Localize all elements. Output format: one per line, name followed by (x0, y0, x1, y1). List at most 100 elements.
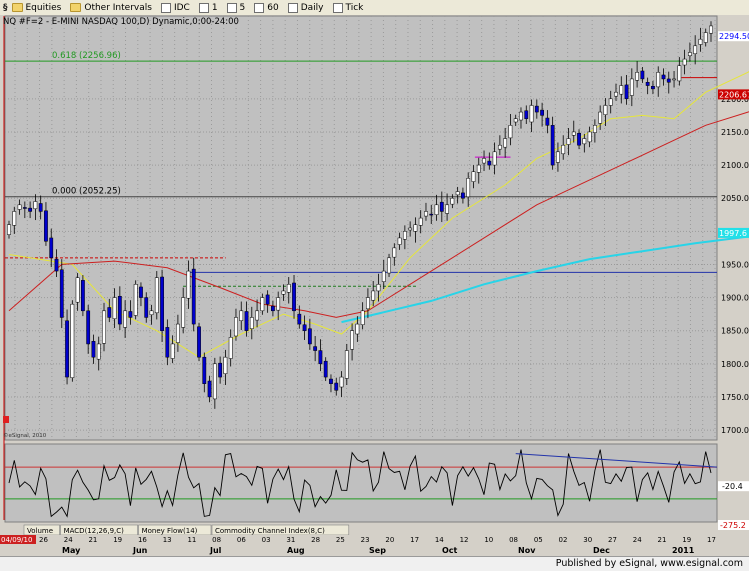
month-label: Nov (518, 546, 536, 555)
candle-body (39, 203, 42, 211)
candle-body (266, 295, 269, 304)
left-marker-box (3, 416, 9, 423)
price-tick-label: 1850.00 (721, 327, 749, 336)
watermark: ©eSignal, 2010 (3, 432, 47, 439)
price-tick-label: 1900.00 (721, 294, 749, 303)
candle-body (197, 327, 200, 357)
date-tick-label: 24 (64, 536, 73, 544)
candle-body (245, 311, 248, 330)
candle-body (604, 105, 607, 114)
candle-body (277, 298, 280, 311)
candle-body (419, 218, 422, 225)
main-pane (5, 16, 717, 440)
candle-body (672, 79, 675, 80)
candle-body (28, 208, 31, 211)
candle-body (482, 158, 485, 163)
date-tick-label: 28 (311, 536, 320, 544)
footer-text: Published by eSignal, www.esignal.com (556, 558, 743, 569)
candle-body (271, 306, 274, 311)
candle-body (694, 46, 697, 54)
price-tick-label: 2100.00 (721, 161, 749, 170)
candle-body (393, 248, 396, 257)
candle-body (699, 39, 702, 44)
date-tick-label: 24 (633, 536, 642, 544)
date-tick-label: 31 (286, 536, 295, 544)
candle-body (472, 172, 475, 182)
candle-body (155, 278, 158, 313)
candle-body (50, 238, 53, 258)
candle-body (308, 329, 311, 344)
price-tick-label: 1750.00 (721, 393, 749, 402)
candle-body (387, 258, 390, 273)
month-label: May (62, 546, 81, 555)
candle-body (403, 231, 406, 239)
candle-body (593, 125, 596, 132)
month-label: Sep (369, 546, 386, 555)
month-label: Oct (442, 546, 458, 555)
footer: Published by eSignal, www.esignal.com (0, 556, 749, 571)
candle-body (335, 383, 338, 390)
candle-body (451, 198, 454, 204)
candle-body (292, 283, 295, 311)
candle-body (7, 225, 10, 235)
candle-body (635, 72, 638, 80)
candle-body (76, 278, 79, 303)
candle-body (477, 165, 480, 172)
candle-body (583, 139, 586, 144)
candle-body (134, 284, 137, 315)
date-tick-label: 08 (212, 536, 221, 544)
price-tick-label: 2050.00 (721, 194, 749, 203)
candle-body (350, 331, 353, 350)
candle-body (97, 344, 100, 359)
candle-body (662, 75, 665, 79)
candle-body (372, 291, 375, 300)
candle-body (408, 228, 411, 230)
candle-body (562, 145, 565, 154)
candle-body (514, 119, 517, 122)
date-tick-label: 05 (534, 536, 543, 544)
candle-body (60, 270, 63, 318)
date-tick-label: 26 (39, 536, 48, 544)
date-tick-label: 20 (385, 536, 394, 544)
candle-body (651, 86, 654, 89)
candle-body (187, 271, 190, 298)
candle-body (609, 99, 612, 106)
candle-body (356, 324, 359, 334)
candle-body (430, 214, 433, 215)
candle-body (667, 79, 670, 82)
candle-body (102, 311, 105, 343)
date-tick-label: 10 (484, 536, 493, 544)
date-tick-label: 21 (88, 536, 97, 544)
candle-body (240, 311, 243, 321)
candle-body (182, 298, 185, 328)
candle-body (461, 193, 464, 198)
candle-body (150, 311, 153, 315)
candle-body (55, 259, 58, 271)
candle-body (382, 271, 385, 282)
candle-body (599, 112, 602, 123)
candle-body (704, 33, 707, 43)
candle-body (614, 92, 617, 96)
candle-body (319, 351, 322, 364)
candle-body (467, 178, 470, 197)
price-chart[interactable]: 2200.002150.002100.002050.002000.001950.… (0, 0, 749, 556)
candle-body (504, 139, 507, 148)
cci-low-label: -275.2 (720, 521, 746, 530)
candle-body (657, 72, 660, 87)
candle-body (625, 85, 628, 99)
fib-0618-label: 0.618 (2256.96) (52, 51, 121, 61)
candle-body (688, 52, 691, 55)
candle-body (313, 347, 316, 351)
candle-body (166, 327, 169, 357)
indicator-tab-label: MACD(12,26,9,C) (64, 527, 125, 535)
indicator-tab-label: Commodity Channel Index(8,C) (215, 527, 325, 535)
price-tick-label: 2150.00 (721, 128, 749, 137)
date-tick-label: 27 (608, 536, 617, 544)
candle-body (298, 314, 301, 324)
candle-body (488, 161, 491, 165)
candle-body (218, 363, 221, 377)
price-tag-label: 1997.6 (719, 229, 747, 238)
candle-body (160, 277, 163, 331)
month-label: Jul (209, 546, 222, 555)
candle-body (224, 357, 227, 374)
